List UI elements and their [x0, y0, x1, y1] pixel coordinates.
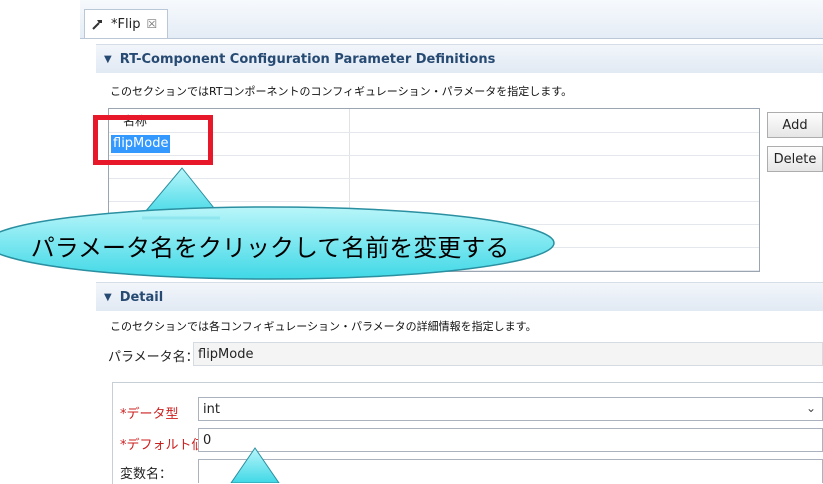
var-name-label: 変数名：	[120, 467, 173, 482]
delete-button[interactable]: Delete	[767, 146, 823, 172]
data-type-select[interactable]: int ⌄	[198, 397, 823, 421]
default-value-field[interactable]: 0	[198, 428, 823, 452]
hammer-icon	[91, 17, 105, 31]
var-name-field[interactable]	[198, 459, 823, 483]
callout-pointer	[230, 447, 280, 483]
section-title-detail: Detail	[119, 289, 164, 305]
param-name-label: パラメータ名：	[108, 350, 199, 365]
chevron-down-icon[interactable]: ⌄	[806, 401, 816, 415]
default-value-label: *デフォルト値	[120, 438, 205, 453]
add-button[interactable]: Add	[767, 112, 823, 138]
data-type-label: *データ型	[120, 407, 179, 422]
close-icon[interactable]: ☒	[146, 17, 157, 31]
editor-tab-flip[interactable]: *Flip ☒	[84, 9, 169, 38]
data-type-value: int	[203, 401, 220, 417]
section-header-detail[interactable]: ▼ Detail	[96, 282, 823, 311]
editor-tab-strip	[80, 0, 823, 39]
callout-text: パラメータ名をクリックして名前を変更する	[30, 234, 510, 262]
collapse-triangle-icon[interactable]: ▼	[104, 54, 112, 65]
section-description-detail: このセクションでは各コンフィギュレーション・パラメータの詳細情報を指定します。	[110, 320, 537, 333]
param-name-field[interactable]: flipMode	[193, 342, 823, 366]
section-header-definitions[interactable]: ▼ RT-Component Configuration Parameter D…	[96, 44, 823, 73]
section-title-definitions: RT-Component Configuration Parameter Def…	[119, 51, 496, 67]
collapse-triangle-icon[interactable]: ▼	[104, 292, 112, 303]
section-description-definitions: このセクションではRTコンポーネントのコンフィギュレーション・パラメータを指定し…	[110, 85, 573, 98]
editor-tab-label: *Flip	[111, 16, 141, 32]
